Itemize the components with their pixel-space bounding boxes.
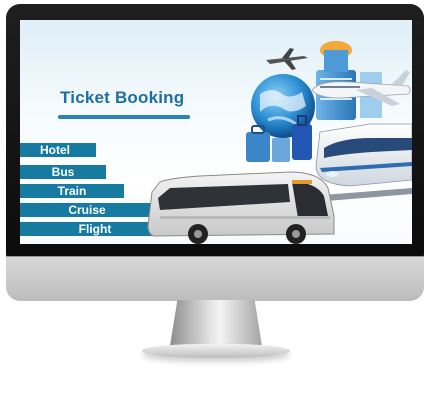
airplane-icon: [266, 48, 308, 70]
monitor: Ticket Booking Hotel Bus Train Cruise Fl…: [0, 0, 432, 413]
monitor-stand-base: [142, 344, 290, 358]
monitor-stand-neck: [170, 300, 262, 346]
building-icon: [316, 41, 382, 120]
monitor-screen: Ticket Booking Hotel Bus Train Cruise Fl…: [20, 20, 412, 244]
travel-illustration: [147, 41, 412, 244]
bus-icon: [147, 171, 335, 244]
monitor-chin: [6, 256, 424, 301]
